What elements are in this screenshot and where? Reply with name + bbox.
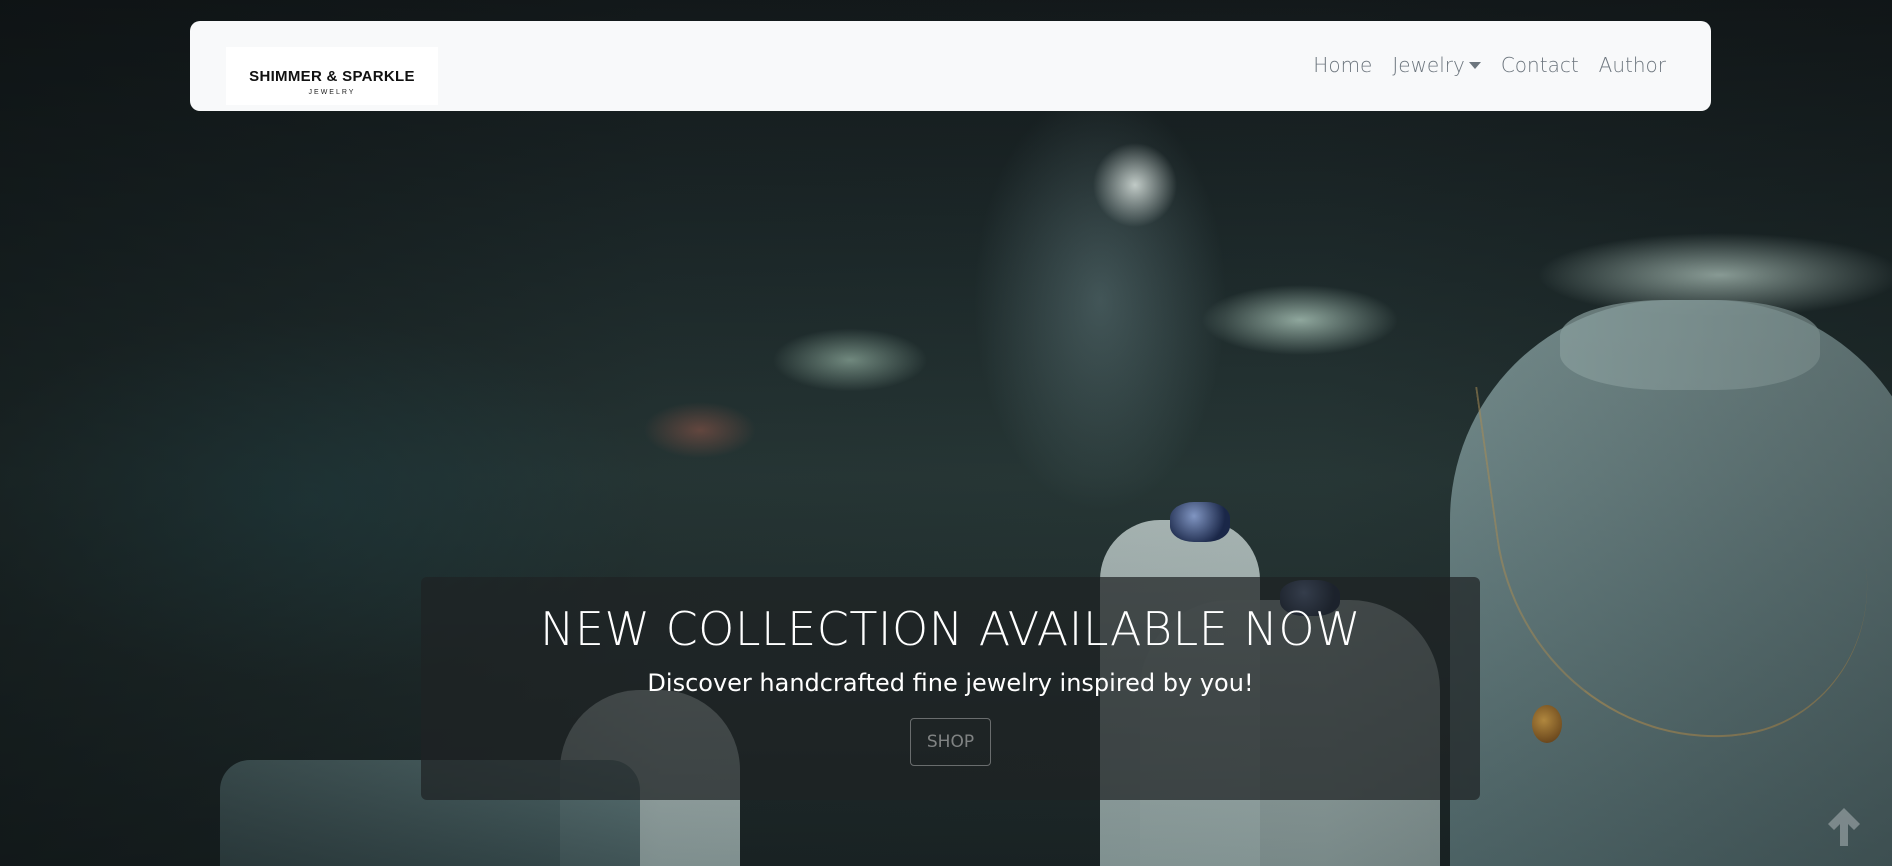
shop-button[interactable]: SHOP	[909, 718, 992, 766]
arrow-up-icon	[1828, 808, 1860, 846]
hero-title: NEW COLLECTION AVAILABLE NOW	[539, 602, 1362, 656]
nav-link-author[interactable]: Author	[1599, 52, 1666, 78]
caret-down-icon	[1468, 61, 1481, 69]
nav-link-home[interactable]: Home	[1313, 52, 1372, 78]
hero-section: SHIMMER & SPARKLE JEWELRY Home Jewelry C…	[0, 0, 1892, 866]
brand-logo[interactable]: SHIMMER & SPARKLE JEWELRY	[226, 47, 438, 105]
nav-links: Home Jewelry Contact Author	[1293, 52, 1666, 78]
navbar: SHIMMER & SPARKLE JEWELRY Home Jewelry C…	[190, 21, 1711, 111]
back-to-top-button[interactable]	[1822, 804, 1866, 848]
nav-link-jewelry-label: Jewelry	[1392, 53, 1465, 77]
hero-caption: NEW COLLECTION AVAILABLE NOW Discover ha…	[421, 577, 1480, 800]
nav-link-jewelry-dropdown[interactable]: Jewelry	[1392, 52, 1481, 78]
brand-name: SHIMMER & SPARKLE	[249, 68, 415, 85]
nav-link-contact[interactable]: Contact	[1501, 52, 1579, 78]
hero-subtitle: Discover handcrafted fine jewelry inspir…	[647, 669, 1254, 697]
brand-tagline: JEWELRY	[308, 89, 356, 96]
